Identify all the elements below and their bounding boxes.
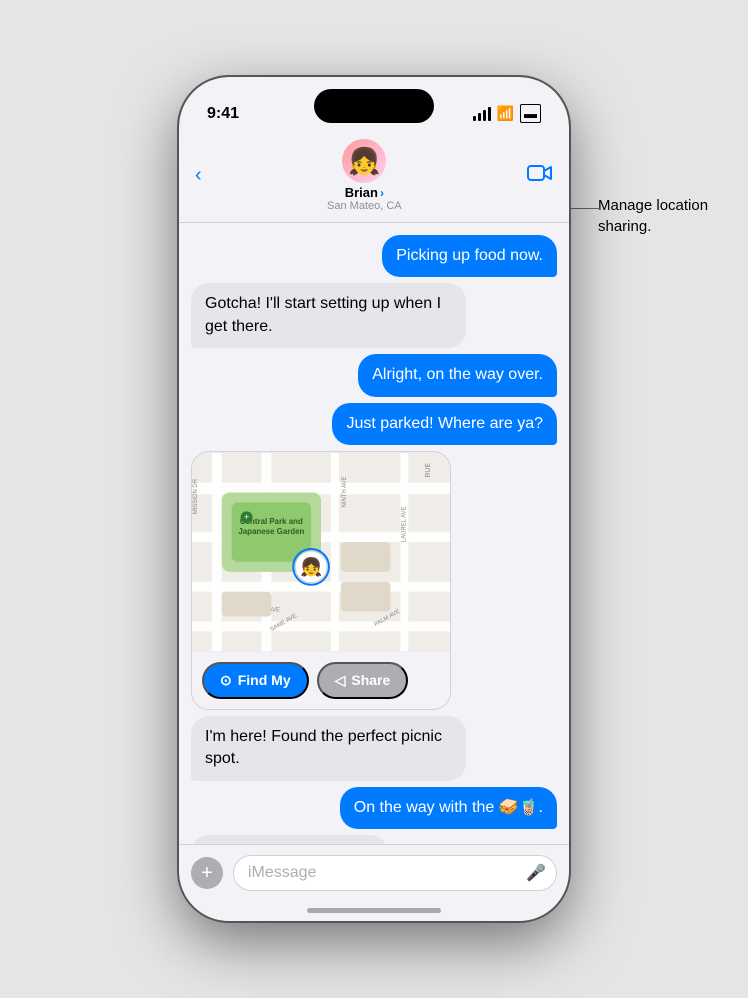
signal-bar-4 — [488, 107, 491, 121]
share-label: Share — [351, 672, 390, 688]
battery-icon: ▬ — [520, 104, 541, 123]
svg-text:NINTH AVE: NINTH AVE — [342, 476, 348, 507]
message-bubble-sent: Picking up food now. — [382, 235, 557, 277]
phone-screen: 9:41 📶 ▬ ‹ — [179, 77, 569, 921]
annotation-text: Manage location sharing. — [598, 195, 738, 237]
signal-bar-3 — [483, 110, 486, 121]
back-button[interactable]: ‹ — [195, 164, 202, 187]
status-icons: 📶 ▬ — [473, 104, 541, 123]
message-bubble-received: I'm here! Found the perfect picnic spot. — [191, 716, 466, 781]
avatar: 👧 — [342, 139, 386, 183]
svg-text:LAUREL AVE: LAUREL AVE — [401, 506, 407, 542]
map-svg: Central Park and Japanese Garden + RUE M… — [192, 452, 450, 652]
back-chevron-icon: ‹ — [195, 164, 202, 187]
add-icon: + — [201, 862, 213, 885]
find-my-label: Find My — [238, 672, 291, 688]
map-image: Central Park and Japanese Garden + RUE M… — [192, 452, 450, 652]
map-buttons: ⊙ Find My ◁ Share — [192, 652, 450, 709]
dynamic-island — [314, 89, 434, 123]
message-row: Picking up food now. — [191, 235, 557, 277]
avatar-emoji: 👧 — [348, 148, 380, 174]
message-bubble-sent: Alright, on the way over. — [358, 354, 557, 396]
svg-text:RUE: RUE — [425, 463, 432, 478]
map-bubble[interactable]: Central Park and Japanese Garden + RUE M… — [191, 451, 451, 710]
share-location-button[interactable]: ◁ Share — [317, 662, 409, 699]
video-call-button[interactable] — [527, 163, 553, 189]
message-input-field[interactable]: iMessage 🎤 — [233, 855, 557, 891]
video-icon — [527, 163, 553, 183]
phone-frame: 9:41 📶 ▬ ‹ — [179, 77, 569, 921]
message-bubble-received: Thank you! So hungry... — [191, 835, 388, 844]
message-bubble-sent: Just parked! Where are ya? — [332, 403, 557, 445]
find-my-icon: ⊙ — [220, 672, 232, 689]
message-row: Thank you! So hungry... — [191, 835, 557, 844]
add-button[interactable]: + — [191, 857, 223, 889]
message-row: Gotcha! I'll start setting up when I get… — [191, 283, 557, 348]
phone-wrapper: Manage location sharing. 9:41 📶 — [0, 0, 748, 998]
message-bubble-sent: On the way with the 🥪🧋. — [340, 787, 557, 829]
message-row: Just parked! Where are ya? — [191, 403, 557, 445]
contact-name: Brian › — [345, 185, 384, 200]
wifi-icon: 📶 — [497, 105, 514, 122]
messages-area: Picking up food now. Gotcha! I'll start … — [179, 223, 569, 844]
message-bubble-received: Gotcha! I'll start setting up when I get… — [191, 283, 466, 348]
signal-bar-2 — [478, 113, 481, 121]
contact-name-text: Brian — [345, 185, 378, 200]
share-icon: ◁ — [335, 672, 346, 689]
status-time: 9:41 — [207, 105, 239, 123]
contact-info[interactable]: 👧 Brian › San Mateo, CA — [327, 139, 402, 212]
nav-bar: ‹ 👧 Brian › San Mateo, CA — [179, 131, 569, 223]
mic-icon[interactable]: 🎤 — [526, 863, 546, 883]
signal-bars-icon — [473, 107, 491, 121]
svg-text:MISSION DR: MISSION DR — [193, 478, 199, 514]
home-indicator — [307, 908, 441, 913]
svg-text:+: + — [244, 512, 249, 522]
svg-text:👧: 👧 — [300, 556, 322, 577]
input-placeholder: iMessage — [248, 864, 316, 882]
contact-name-chevron: › — [380, 186, 384, 200]
signal-bar-1 — [473, 116, 476, 121]
message-row: Central Park and Japanese Garden + RUE M… — [191, 451, 557, 710]
svg-text:Japanese Garden: Japanese Garden — [238, 527, 304, 536]
find-my-button[interactable]: ⊙ Find My — [202, 662, 309, 699]
message-row: I'm here! Found the perfect picnic spot. — [191, 716, 557, 781]
contact-location: San Mateo, CA — [327, 200, 402, 212]
message-row: Alright, on the way over. — [191, 354, 557, 396]
message-row: On the way with the 🥪🧋. — [191, 787, 557, 829]
